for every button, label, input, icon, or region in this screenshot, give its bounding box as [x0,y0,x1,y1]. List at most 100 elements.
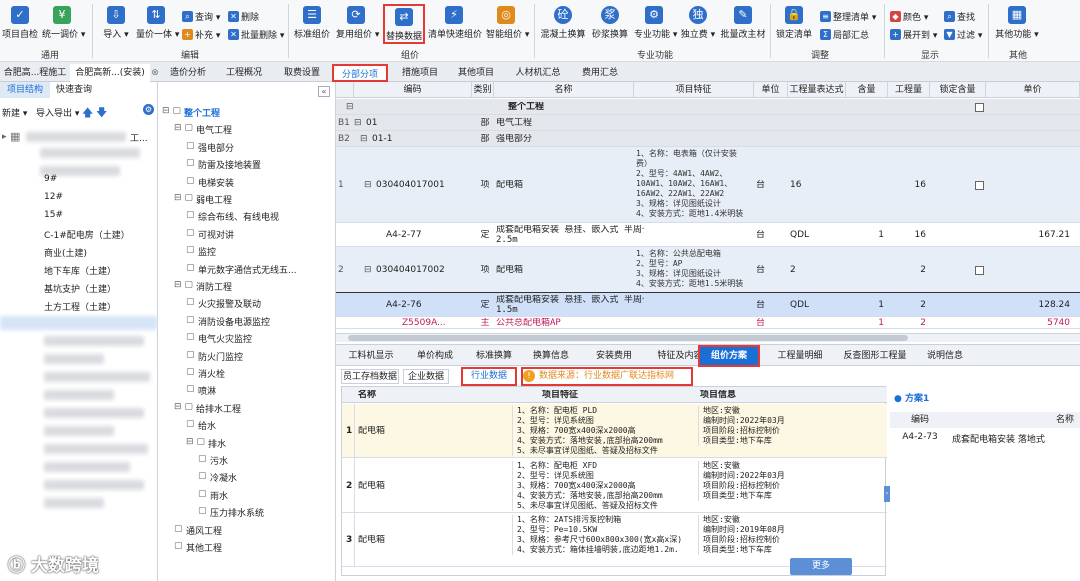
cell-type[interactable]: 定 [476,300,494,311]
cell-type[interactable]: 部 [476,134,494,145]
tree-item[interactable]: C-1#配电房（土建） [44,228,130,241]
tree-node[interactable]: 雨水 [210,489,228,502]
lock-content-checkbox[interactable] [975,102,984,112]
bottom-tab[interactable]: 组价方案 [698,345,760,367]
tree-node[interactable]: 消防设备电源监控 [198,315,270,328]
cell-expression[interactable]: QDL [790,300,846,311]
expand-toggle-icon[interactable]: ⊟ ▢ [174,280,193,290]
tab-fee-summary[interactable]: 费用汇总 [574,64,626,82]
table-row[interactable]: ⊟ 整个工程 [336,99,1080,115]
tree-node[interactable]: 消防工程 [196,280,232,293]
cell-expression[interactable]: 16 [790,180,846,191]
expand-toggle-icon[interactable]: ⊟ ▢ [174,193,193,203]
tree-node[interactable]: 排水 [208,437,226,450]
scrollbar-thumb[interactable] [348,335,908,341]
tree-node[interactable]: 防雷及接地装置 [198,158,261,171]
expand-toggle-icon[interactable]: ⊟ ▢ [186,437,205,447]
column-header[interactable]: 单位 [754,82,788,98]
concrete-conversion-button[interactable]: 砼混凝土换算 [540,6,586,40]
table-row[interactable]: 2 ⊟ 030404017002 项配电箱 1、名称：公共总配电箱 2、型号：AP 3、… [336,247,1080,293]
color-button[interactable]: ◆ 颜色 ▾ [890,10,928,23]
cell-feature[interactable]: 1、名称：公共总配电箱 2、型号：AP 3、规格：详见图纸设计 4、安装方式：距… [636,249,754,289]
cell-quantity[interactable]: 2 [888,318,926,329]
tree-node[interactable]: 给水 [198,419,216,432]
tab-quick-query[interactable]: 快速查询 [56,82,92,98]
tab-project-structure[interactable]: 项目结构 [0,82,50,98]
import-button[interactable]: ⇩ 导入 ▾ [96,6,136,40]
lock-content-checkbox[interactable] [975,265,984,275]
quick-pricing-button[interactable]: ⚡ 清单快速组价 [428,6,482,40]
tree-node[interactable]: 弱电工程 [196,193,232,206]
tree-node[interactable]: 喷淋 [198,384,216,397]
more-button[interactable]: 更多 [790,558,852,575]
bottom-tab[interactable]: 反查图形工程量 [836,348,914,364]
tree-item[interactable]: 基坑支护（土建） [44,282,116,295]
table-row[interactable]: A4-2-76 定成套配电箱安装 悬挂、嵌入式 半周长 1.5m 台 QDL12 128… [336,292,1080,318]
batch-delete-button[interactable]: ✕ 批量删除 ▾ [228,28,284,41]
tree-root-label[interactable]: 工... [130,131,148,144]
bottom-tab[interactable]: 说明信息 [920,348,970,364]
cell-type[interactable]: 主 [476,318,494,329]
cell-name[interactable]: 配电箱 [494,180,644,190]
price-volume-button[interactable]: ⇅ 量价一体 ▾ [136,6,179,40]
tab-labor-material-summary[interactable]: 人材机汇总 [508,64,568,82]
settings-icon[interactable]: ⚙ [143,104,154,115]
tree-node[interactable]: 电梯安装 [198,176,234,189]
tab-sub-items[interactable]: 分部分项 [332,64,388,82]
independent-fee-button[interactable]: 独独立费 ▾ [678,6,718,40]
cell-type[interactable]: 项 [476,180,494,191]
column-header[interactable]: 类别 [472,82,494,98]
lock-content-checkbox[interactable] [975,180,984,190]
cell-code[interactable]: 01-1 [372,134,472,145]
scheme-feature[interactable]: 1、名称：2ATS排污泵控制箱 2、型号：Pe=10.5KW 3、规格：参考尺寸… [512,515,696,555]
cell-code[interactable]: A4-2-77 [386,230,472,241]
other-functions-button[interactable]: ▦ 其他功能 ▾ [994,6,1040,40]
cell-name[interactable]: 成套配电箱安装 悬挂、嵌入式 半周长 1.5m [494,295,644,315]
cell-type[interactable]: 定 [476,230,494,241]
column-header[interactable]: 项目特征 [634,82,754,98]
cell-code[interactable]: Z5509A... [402,318,472,329]
tree-node[interactable]: 电气火灾监控 [198,332,252,345]
cell-unit[interactable]: 台 [756,265,786,276]
cell-unit[interactable]: 台 [756,300,786,311]
reuse-pricing-button[interactable]: ⟳ 复用组价 ▾ [336,6,379,40]
supplement-button[interactable]: + 补充 ▾ [182,28,220,41]
scheme-info[interactable]: 地区:安徽 编制时间:2022年03月 项目阶段:招标控制价 项目类型:地下车库 [698,461,848,501]
tab-measures[interactable]: 措施项目 [394,64,446,82]
tab-cost-analysis[interactable]: 造价分析 [162,64,214,82]
table-row[interactable]: A4-2-77 定成套配电箱安装 悬挂、嵌入式 半周长 2.5m 台 QDL1 16 16… [336,223,1080,247]
collapse-toggle-icon[interactable]: ⊟ [364,265,374,276]
column-header[interactable] [336,82,354,98]
column-header[interactable]: 锁定含量 [930,82,986,98]
tree-node[interactable]: 冷凝水 [210,471,237,484]
cell-unit-price[interactable]: 128.24 [986,300,1071,311]
tree-item[interactable]: 商业(土建) [44,246,87,259]
cell-code[interactable]: 030404017001 [376,180,472,191]
project-check-button[interactable]: ✓ 项目自检 [0,6,40,40]
tree-node[interactable]: 电气工程 [196,123,232,136]
tree-node[interactable]: 可视对讲 [198,228,234,241]
tab-industry-data[interactable]: 行业数据 [461,367,517,386]
cell-quantity[interactable]: 16 [888,180,926,191]
tree-item[interactable]: 地下车库（土建） [44,264,116,277]
partial-summary-button[interactable]: Σ 局部汇总 [820,28,869,41]
panel-toggle-icon[interactable]: › [884,486,890,502]
tree-node[interactable]: 给排水工程 [196,402,241,415]
cell-expression[interactable]: QDL [790,230,846,241]
close-icon[interactable]: ⊗ [150,64,160,82]
query-button[interactable]: ⌕ 查询 ▾ [182,10,220,23]
horizontal-scrollbar[interactable] [336,333,1080,342]
tree-node[interactable]: 强电部分 [198,141,234,154]
cell-code[interactable]: A4-2-76 [386,300,472,311]
column-header[interactable]: 含量 [846,82,888,98]
plan-name[interactable]: 成套配电箱安装 落地式 [952,432,1045,445]
cell-unit-price[interactable]: 5740 [986,318,1070,329]
cell-name[interactable]: 强电部分 [494,134,644,144]
cell-quantity[interactable]: 2 [888,265,926,276]
cell-name[interactable]: 公共总配电箱AP [494,318,644,328]
tree-item[interactable]: 土方工程（土建） [44,300,116,313]
cell-quantity[interactable]: 2 [888,300,926,311]
cell-name[interactable]: 电气工程 [494,118,644,128]
expand-toggle-icon[interactable]: ⊟ ▢ [174,123,193,133]
tab-fee-settings[interactable]: 取费设置 [276,64,328,82]
